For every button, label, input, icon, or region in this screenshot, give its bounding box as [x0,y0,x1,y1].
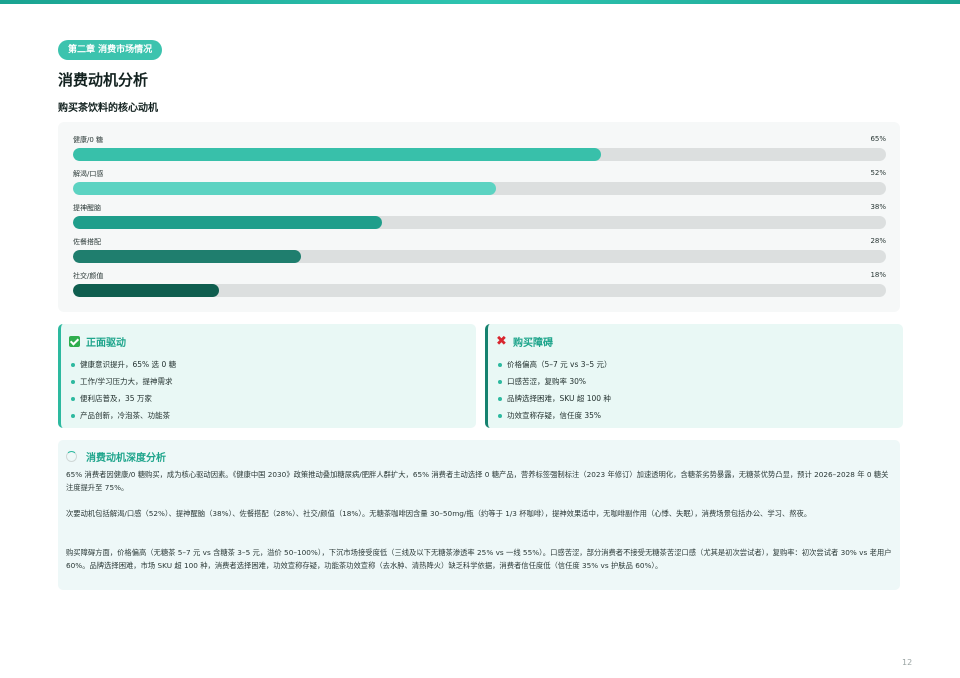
list-item: 健康意识提升，65% 选 0 糖 [71,356,176,373]
cross-icon: ✖ [496,333,507,349]
top-accent-bar [0,0,960,4]
list-item: 品牌选择困难，SKU 超 100 种 [498,390,611,407]
section-subtitle: 购买茶饮料的核心动机 [58,103,158,114]
bar-track [73,284,886,297]
loading-icon [66,451,77,462]
purchase-barriers-card: ✖ 购买障碍 价格偏高（5–7 元 vs 3–5 元） 口感苦涩，复购率 30%… [485,324,903,428]
deep-analysis-card: 消费动机深度分析 65% 消费者因健康/0 糖购买，成为核心驱动因素。《健康中国… [58,440,900,590]
deep-analysis-title: 消费动机深度分析 [86,453,166,464]
page-title: 消费动机分析 [58,71,149,89]
bar-track [73,148,886,161]
bar-row: 健康/0 糖 65% [73,135,886,165]
analysis-paragraph: 65% 消费者因健康/0 糖购买，成为核心驱动因素。《健康中国 2030》政策推… [66,470,889,492]
deep-analysis-header: 消费动机深度分析 [66,449,166,464]
bar-fill [73,148,601,161]
list-item: 产品创新，冷泡茶、功能茶 [71,407,176,424]
bar-row: 社交/颜值 18% [73,271,886,301]
list-item: 工作/学习压力大，提神需求 [71,373,176,390]
bar-fill [73,284,219,297]
bar-fill [73,216,382,229]
positive-drivers-list: 健康意识提升，65% 选 0 糖 工作/学习压力大，提神需求 便利店普及，35 … [71,356,176,424]
bar-category-label: 提神醒脑 [73,204,101,212]
chapter-badge: 第二章 消费市场情况 [58,40,163,60]
page-number: 12 [902,658,913,667]
analysis-paragraph: 次要动机包括解渴/口感（52%）、提神醒脑（38%）、佐餐搭配（28%）、社交/… [66,509,812,518]
bar-fill [73,250,301,263]
check-box-icon [69,335,80,347]
list-item: 口感苦涩，复购率 30% [498,373,611,390]
bar-value-label: 18% [870,271,886,279]
positive-drivers-title: 正面驱动 [86,337,126,349]
bar-row: 解渴/口感 52% [73,169,886,199]
bar-row: 佐餐搭配 28% [73,237,886,267]
bar-track [73,182,886,195]
motivation-bar-chart: 健康/0 糖 65% 解渴/口感 52% 提神醒脑 38% 佐餐搭配 28% 社交/颜值 18% [58,122,900,312]
analysis-paragraph: 购买障碍方面，价格偏高（无糖茶 5–7 元 vs 含糖茶 3–5 元，溢价 50… [66,548,892,570]
bar-track [73,250,886,263]
list-item: 便利店普及，35 万家 [71,390,176,407]
positive-drivers-header: 正面驱动 [69,334,126,349]
bar-value-label: 28% [870,237,886,245]
purchase-barriers-header: ✖ 购买障碍 [496,333,553,349]
purchase-barriers-title: 购买障碍 [513,337,553,349]
bar-value-label: 38% [870,203,886,211]
bar-value-label: 52% [870,169,886,177]
bar-category-label: 解渴/口感 [73,170,104,178]
bar-category-label: 佐餐搭配 [73,238,101,246]
bar-category-label: 健康/0 糖 [73,136,104,144]
bar-row: 提神醒脑 38% [73,203,886,233]
bar-category-label: 社交/颜值 [73,272,104,280]
list-item: 价格偏高（5–7 元 vs 3–5 元） [498,356,611,373]
purchase-barriers-list: 价格偏高（5–7 元 vs 3–5 元） 口感苦涩，复购率 30% 品牌选择困难… [498,356,611,424]
list-item: 功效宣称存疑，信任度 35% [498,407,611,424]
bar-value-label: 65% [870,135,886,143]
bar-fill [73,182,496,195]
bar-track [73,216,886,229]
positive-drivers-card: 正面驱动 健康意识提升，65% 选 0 糖 工作/学习压力大，提神需求 便利店普… [58,324,476,428]
